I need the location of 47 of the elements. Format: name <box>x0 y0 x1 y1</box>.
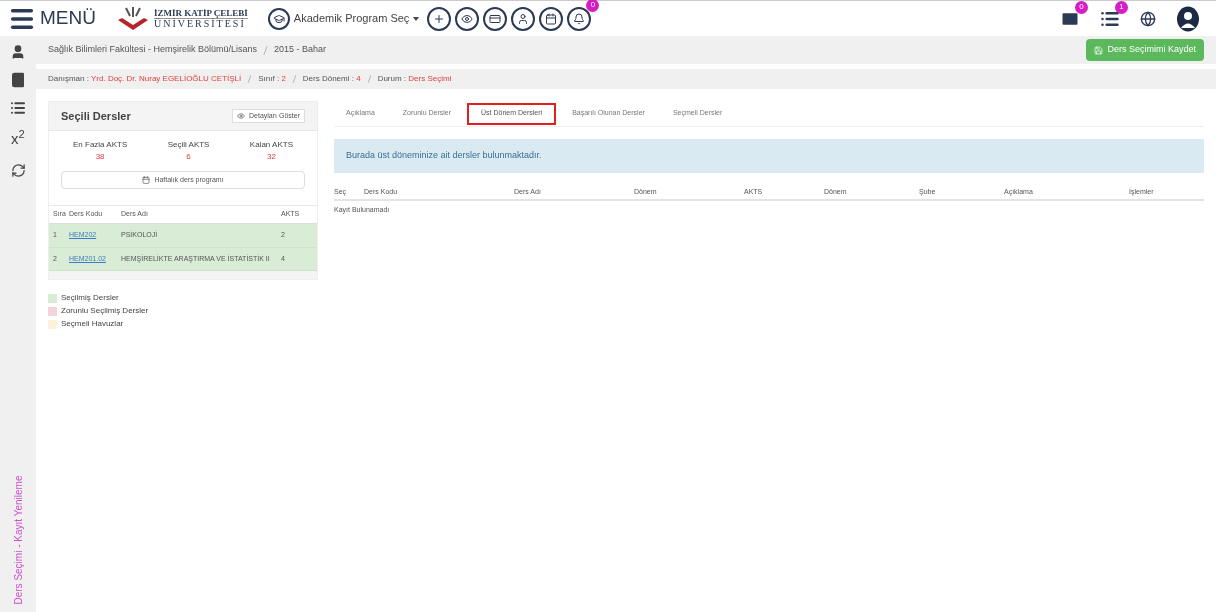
vertical-title: Ders Seçimi - Kayıt Yenileme <box>11 474 25 605</box>
program-select-dropdown[interactable]: Akademik Program Seç <box>267 7 420 30</box>
legend-label: Seçilmiş Dersler <box>61 292 119 304</box>
stat-value: 32 <box>266 151 276 163</box>
list-icon[interactable] <box>10 100 26 116</box>
info-field: Danışman : Yrd. Doç. Dr. Nuray EGELİOĞLU CETİŞLİ <box>48 73 242 85</box>
calendar-button[interactable] <box>539 6 564 31</box>
book-icon[interactable] <box>10 72 26 88</box>
logo-title: İZMİR KATİP ÇELEBİ <box>153 8 248 18</box>
count-badge: 0 <box>586 0 600 12</box>
eye-icon <box>237 112 246 120</box>
stat-label: Kalan AKTS <box>249 139 293 151</box>
card-button[interactable] <box>483 6 508 31</box>
plus-icon <box>433 12 446 25</box>
legend-label: Seçmeli Havuzlar <box>61 318 124 330</box>
calendar-icon <box>142 176 151 184</box>
info-message: Burada üst döneminize ait dersler bulunmaktadır. <box>334 139 1204 173</box>
refresh-icon[interactable] <box>10 162 26 178</box>
avatar-icon[interactable] <box>1176 5 1200 32</box>
stat-label: En Fazla AKTS <box>73 139 128 151</box>
user-button[interactable] <box>511 6 536 31</box>
stat-label: Seçili AKTS <box>167 139 210 151</box>
count-badge: 0 <box>1075 0 1088 14</box>
panel-title: Seçili Dersler <box>61 108 131 124</box>
user-icon <box>517 12 530 25</box>
user-icon[interactable] <box>10 44 26 60</box>
info-field: Ders Dönemi : 4 <box>302 73 361 85</box>
card-icon <box>489 12 502 25</box>
plus-button[interactable] <box>427 6 452 31</box>
stat-value: 6 <box>186 151 191 163</box>
eye-icon <box>461 12 474 25</box>
info-field: Durum : Ders Seçimi <box>377 73 452 85</box>
breadcrumb-item: Sağlık Bilimleri Fakültesi - Hemşirelik Bölümü/Lisans <box>48 43 258 57</box>
menu-button[interactable]: MENÜ <box>8 4 96 33</box>
count-badge: 1 <box>1115 0 1128 14</box>
logo-subtitle: ÜNİVERSİTESİ <box>153 17 248 29</box>
caret-icon <box>413 16 420 21</box>
stat-value: 38 <box>95 151 105 163</box>
globe-icon[interactable] <box>1140 10 1156 27</box>
legend-label: Zorunlu Seçilmiş Dersler <box>61 305 149 317</box>
graduation-cap-icon <box>272 12 285 25</box>
calendar-icon <box>545 12 558 25</box>
eye-button[interactable] <box>455 6 480 31</box>
info-field: Sınıf : 2 <box>258 73 286 85</box>
bell-icon <box>573 12 586 25</box>
breadcrumb-item: 2015 - Bahar <box>274 43 327 57</box>
superscript-icon[interactable]: x$^{2}$ <box>11 128 25 151</box>
